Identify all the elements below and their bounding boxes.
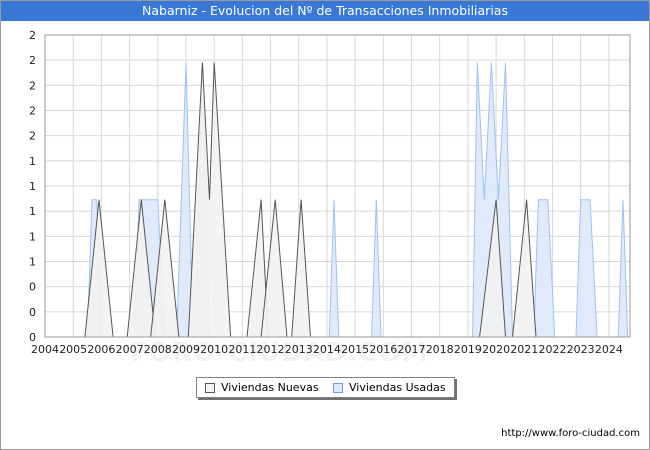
x-tick-label: 2018 xyxy=(426,343,454,356)
x-tick-label: 2012 xyxy=(257,343,285,356)
x-tick-label: 2011 xyxy=(228,343,256,356)
x-tick-label: 2010 xyxy=(200,343,228,356)
usadas-peak xyxy=(328,199,340,338)
x-tick-label: 2007 xyxy=(116,343,144,356)
x-tick-label: 2024 xyxy=(595,343,623,356)
x-tick-label: 2013 xyxy=(285,343,313,356)
x-tick-label: 2021 xyxy=(510,343,538,356)
y-axis-ticks: 0001111122222 xyxy=(29,29,36,344)
nuevas-peak xyxy=(84,199,114,338)
x-tick-label: 2023 xyxy=(567,343,595,356)
y-tick-label: 1 xyxy=(29,230,36,243)
legend-label-nuevas: Viviendas Nuevas xyxy=(221,381,319,394)
x-axis-ticks: 2004 2005 2006 2007 2008 2009 2010 2011 2012 2013… xyxy=(31,343,623,356)
x-tick-label: 2004 xyxy=(31,343,59,356)
plot-areas xyxy=(84,62,629,338)
legend-label-usadas: Viviendas Usadas xyxy=(349,381,446,394)
y-tick-label: 0 xyxy=(29,306,36,319)
y-tick-label: 2 xyxy=(29,54,36,67)
legend-swatch-usadas xyxy=(333,383,343,393)
x-tick-label: 2008 xyxy=(144,343,172,356)
x-tick-label: 2019 xyxy=(454,343,482,356)
y-tick-label: 1 xyxy=(29,180,36,193)
nuevas-peak xyxy=(511,199,537,338)
x-tick-label: 2005 xyxy=(59,343,87,356)
y-tick-label: 0 xyxy=(29,281,36,294)
x-tick-label: 2015 xyxy=(341,343,369,356)
y-tick-label: 2 xyxy=(29,79,36,92)
y-tick-label: 2 xyxy=(29,130,36,143)
legend: Viviendas Nuevas Viviendas Usadas xyxy=(196,377,455,398)
x-tick-label: 2020 xyxy=(482,343,510,356)
nuevas-peak xyxy=(291,199,312,338)
usadas-peak xyxy=(617,199,629,338)
nuevas-peak xyxy=(187,62,232,338)
x-tick-label: 2016 xyxy=(369,343,397,356)
y-tick-label: 1 xyxy=(29,155,36,168)
y-tick-label: 1 xyxy=(29,205,36,218)
legend-swatch-nuevas xyxy=(205,383,215,393)
usadas-peak xyxy=(533,199,556,338)
x-tick-label: 2009 xyxy=(172,343,200,356)
source-url: http://www.foro-ciudad.com xyxy=(501,428,640,439)
x-tick-label: 2006 xyxy=(87,343,115,356)
usadas-peak xyxy=(371,199,382,338)
x-tick-label: 2014 xyxy=(313,343,341,356)
x-tick-label: 2017 xyxy=(398,343,426,356)
y-tick-label: 1 xyxy=(29,256,36,269)
x-tick-label: 2022 xyxy=(538,343,566,356)
usadas-peak xyxy=(575,199,598,338)
y-tick-label: 2 xyxy=(29,105,36,118)
y-tick-label: 2 xyxy=(29,29,36,42)
